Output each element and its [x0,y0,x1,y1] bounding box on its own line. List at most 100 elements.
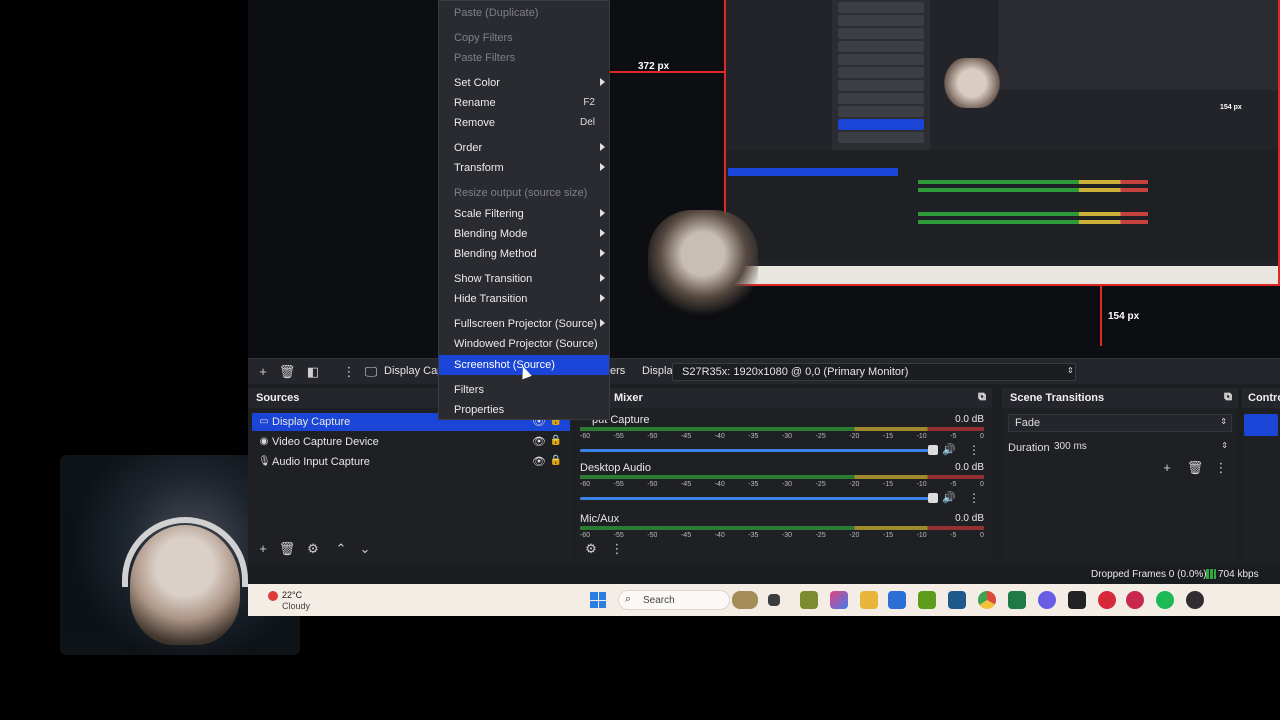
gear-icon[interactable]: ⚙ [304,541,322,557]
weather-temperature[interactable]: 22°C [282,590,302,600]
menu-item-show-transition[interactable]: Show Transition [439,269,609,289]
submenu-arrow-icon [600,294,605,302]
menu-item-blending-mode[interactable]: Blending Mode [439,224,609,244]
speaker-icon[interactable]: 🔊 [942,491,956,504]
duration-value: 300 ms [1054,441,1087,452]
app-icon-3[interactable] [1068,591,1086,609]
camera-icon: ◉ [259,436,269,447]
gear-icon[interactable]: ⚙ [582,541,600,557]
menu-item-properties[interactable]: Properties [439,400,609,420]
menu-item-hide-transition[interactable]: Hide Transition [439,289,609,309]
add-source-icon[interactable]: + [254,541,272,557]
height-guide-label: 154 px [1108,311,1140,322]
volume-slider-handle[interactable] [928,445,938,455]
transition-select[interactable]: Fade ⇕ [1008,414,1232,432]
sources-footer: + 🗑 ⚙ ⌃ ⌄ [248,540,574,560]
transitions-title-text: Scene Transitions [1010,392,1105,404]
nested-docks [726,150,1278,260]
layout-icon[interactable]: ◧ [304,364,322,380]
width-guide-label: 372 px [638,61,670,72]
bitrate: 704 kbps [1218,569,1259,580]
monitor-icon: 🖵 [364,364,378,379]
windows-start-icon[interactable] [590,592,606,608]
add-icon[interactable]: + [254,364,272,380]
excel-icon[interactable] [1008,591,1026,609]
lock-icon[interactable]: 🔒 [550,455,562,466]
microphone-icon: 🎙 [258,456,271,467]
volume-slider[interactable] [580,497,936,500]
app-icon-2[interactable] [948,591,966,609]
status-bar: Dropped Frames 0 (0.0%) 704 kbps [248,566,1280,584]
nested-height-label: 154 px [1220,104,1242,111]
undock-icon[interactable]: ⧉ [1224,391,1232,404]
menu-item-transform[interactable]: Transform [439,158,609,178]
source-label: Video Capture Device [272,436,379,448]
nvidia-icon[interactable] [918,591,936,609]
store-icon[interactable] [888,591,906,609]
volume-slider-handle[interactable] [928,493,938,503]
source-item[interactable]: ◉ Video Capture Device 👁 🔒 [252,433,570,451]
task-view-icon[interactable] [768,594,780,606]
meter-scale: -60 -55 -50 -45 -40 -35 -30 -25 -20 -15 -10 -5 0 [580,532,984,539]
menu-item-paste-filters: Paste Filters [454,52,516,64]
volume-meter [580,427,984,431]
obs-icon[interactable] [1186,591,1204,609]
file-explorer-icon[interactable] [860,591,878,609]
menu-item-remove[interactable]: Remove Del [439,113,609,133]
preview-canvas[interactable]: 154 px 372 px 154 px [248,0,1280,358]
spotify-icon[interactable] [1156,591,1174,609]
scene-transitions-dock: Scene Transitions ⧉ Fade ⇕ Duration 300 … [1002,388,1238,560]
duration-field[interactable]: 300 ms ⇕ [1048,438,1232,456]
menu-item-copy-filters: Copy Filters [454,32,513,44]
eye-icon[interactable]: 👁 [532,455,546,468]
menu-item-blending-method[interactable]: Blending Method [439,244,609,264]
display-select-value: S27R35x: 1920x1080 @ 0,0 (Primary Monito… [682,366,909,378]
trash-icon[interactable]: 🗑 [278,541,296,557]
lock-icon[interactable]: 🔒 [550,435,562,446]
more-icon[interactable]: ⋮ [968,491,980,505]
more-icon[interactable]: ⋮ [968,443,980,457]
move-up-icon[interactable]: ⌃ [332,541,350,557]
start-streaming-button[interactable] [1244,414,1278,436]
add-transition-icon[interactable]: + [1158,460,1176,476]
speaker-icon[interactable]: 🔊 [942,443,956,456]
menu-item-rename[interactable]: Rename F2 [439,93,609,113]
weather-condition[interactable]: Cloudy [282,601,310,611]
app-icon-1[interactable] [800,591,818,609]
more-icon[interactable]: ⋮ [608,541,626,557]
chrome-icon[interactable] [978,591,996,609]
app-icon-4[interactable] [1098,591,1116,609]
trash-icon[interactable]: 🗑 [278,364,296,380]
taskbar-search[interactable]: ⌕ Search [618,590,730,610]
display-select[interactable]: S27R35x: 1920x1080 @ 0,0 (Primary Monito… [672,363,1076,381]
discord-icon[interactable] [1038,591,1056,609]
more-icon[interactable]: ⋮ [1212,460,1230,476]
menu-item-fullscreen-projector[interactable]: Fullscreen Projector (Source) [439,314,609,334]
weather-alert-icon[interactable] [268,591,278,601]
channel-name: Desktop Audio [580,462,651,474]
move-down-icon[interactable]: ⌄ [356,541,374,557]
source-item[interactable]: 🎙 Audio Input Capture 👁 🔒 [252,453,570,471]
nested-webcam [942,58,1002,108]
volume-meter [580,526,984,530]
more-icon[interactable]: ⋮ [340,364,358,380]
app-icon-5[interactable] [1126,591,1144,609]
mixer-channel: Desktop Audio 0.0 dB -60 -55 -50 -45 -40 -35-… [580,462,988,510]
widgets-icon[interactable] [732,591,758,609]
menu-item-scale-filtering[interactable]: Scale Filtering [439,204,609,224]
source-label: Audio Input Capture [272,456,370,468]
chevron-updown-icon: ⇕ [1220,417,1227,426]
menu-item-filters[interactable]: Filters [439,380,609,400]
copilot-icon[interactable] [830,591,848,609]
toolbar-source-name: Display Capt [384,365,447,377]
menu-item-windowed-projector[interactable]: Windowed Projector (Source) [439,334,609,354]
volume-slider[interactable] [580,449,936,452]
source-toolbar: + 🗑 ◧ ⋮ 🖵 Display Capt ers Display S27R3… [248,358,1280,384]
toolbar-filters-button[interactable]: ers [610,365,625,377]
undock-icon[interactable]: ⧉ [978,391,986,404]
eye-icon[interactable]: 👁 [532,435,546,448]
menu-item-set-color[interactable]: Set Color [439,73,609,93]
signal-bars-icon [1206,569,1216,579]
trash-icon[interactable]: 🗑 [1186,460,1204,476]
menu-item-order[interactable]: Order [439,138,609,158]
